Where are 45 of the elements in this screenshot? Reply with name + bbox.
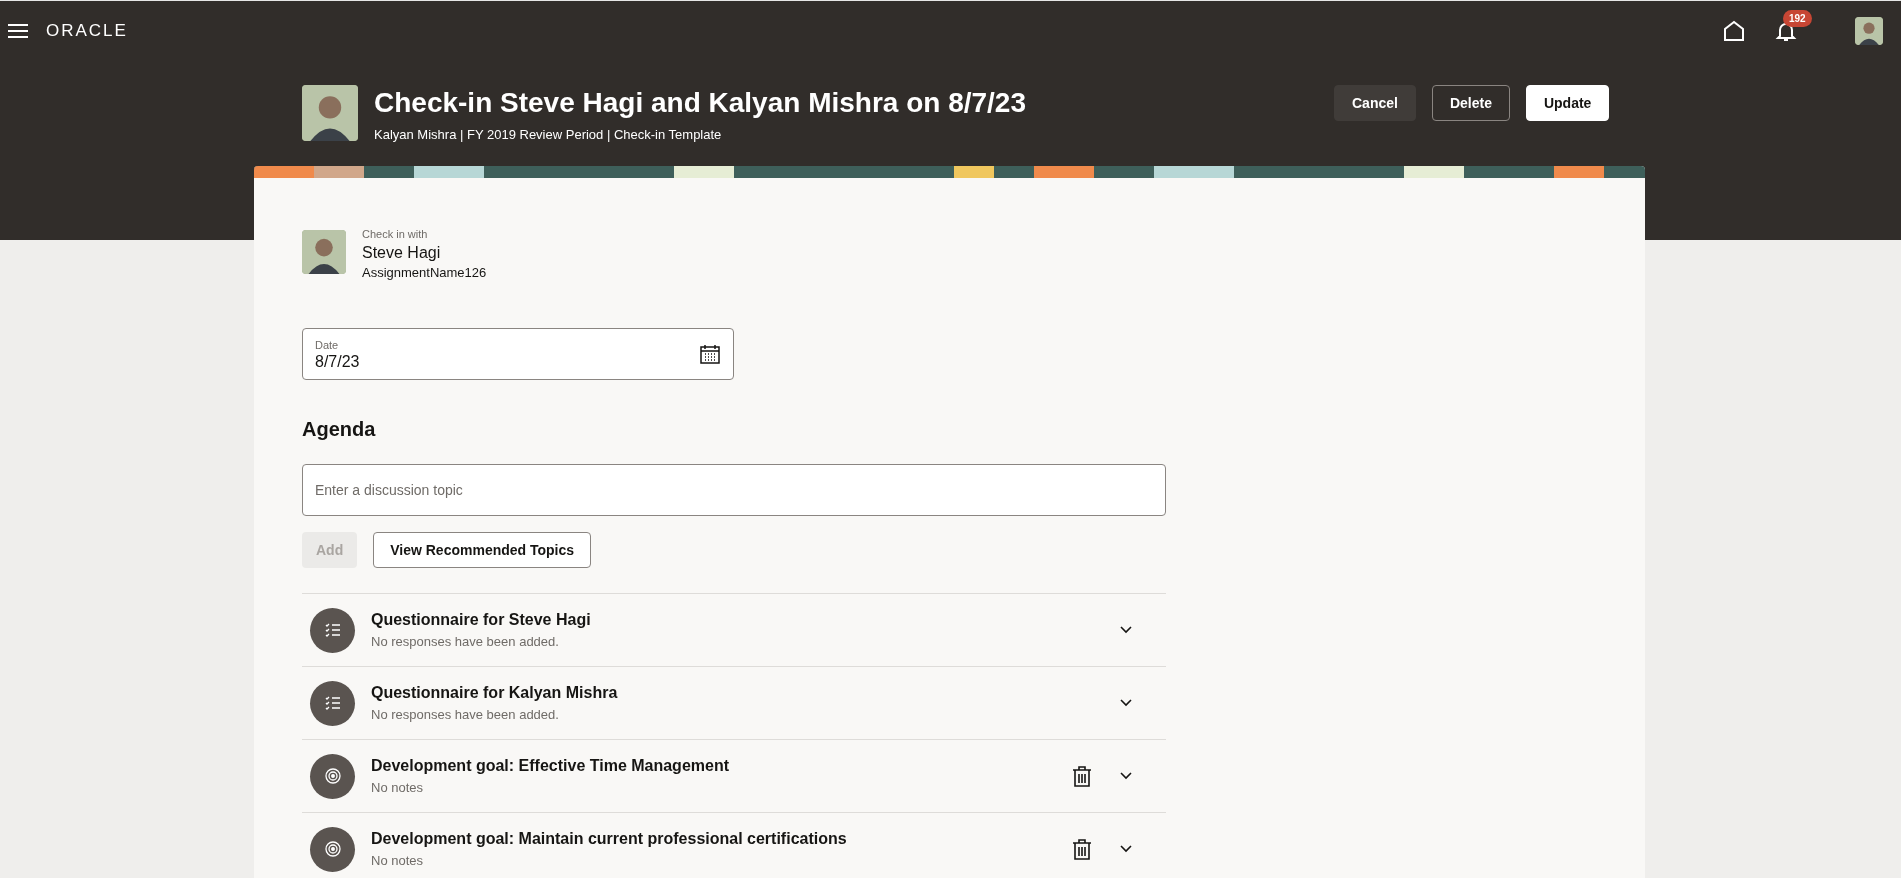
agenda-item-title: Questionnaire for Steve Hagi	[371, 610, 591, 631]
date-field[interactable]: Date 8/7/23	[302, 328, 734, 380]
goal-icon	[310, 753, 355, 799]
chevron-down-icon[interactable]	[1120, 699, 1132, 707]
check-in-label: Check in with	[362, 227, 429, 242]
agenda-item-title: Development goal: Effective Time Management	[371, 756, 729, 777]
agenda-item[interactable]: Questionnaire for Kalyan Mishra No responses have been added.	[302, 667, 1166, 740]
chevron-down-icon[interactable]	[1120, 772, 1132, 780]
calendar-icon[interactable]	[699, 343, 721, 365]
topic-input-field[interactable]: Enter a discussion topic	[302, 464, 1166, 516]
assignment-name: AssignmentName126	[362, 263, 487, 282]
agenda-item[interactable]: Development goal: Maintain current professional certifications No notes	[302, 813, 1166, 878]
agenda-item-detail: No notes	[371, 852, 425, 871]
header-action-button[interactable]: Update	[1525, 85, 1610, 121]
goal-icon	[310, 826, 355, 872]
chevron-down-icon[interactable]	[1120, 626, 1132, 634]
agenda-heading: Agenda	[302, 417, 377, 442]
agenda-item-detail: No notes	[371, 779, 425, 798]
questionnaire-icon	[310, 680, 355, 726]
date-value: 8/7/23	[315, 353, 360, 372]
agenda-item[interactable]: Development goal: Effective Time Management No notes	[302, 740, 1166, 813]
notification-count: 192	[1783, 10, 1812, 27]
agenda-item[interactable]: Questionnaire for Steve Hagi No responses have been added.	[302, 594, 1166, 667]
home-icon[interactable]	[1723, 20, 1745, 42]
person-name: Steve Hagi	[362, 242, 442, 263]
agenda-item-title: Questionnaire for Kalyan Mishra	[371, 683, 618, 704]
menu-icon[interactable]	[8, 23, 28, 39]
agenda-item-title: Development goal: Maintain current professional certifications	[371, 829, 847, 850]
page-subtitle: Kalyan Mishra | FY 2019 Review Period | Check-in Template	[374, 126, 723, 144]
date-label: Date	[315, 337, 340, 353]
chevron-down-icon[interactable]	[1120, 845, 1132, 853]
user-avatar	[1855, 17, 1883, 45]
page-title: Check-in Steve Hagi and Kalyan Mishra on 8/7/23	[374, 86, 1026, 120]
header-action-button[interactable]: Delete	[1431, 85, 1510, 121]
oracle-logo[interactable]: ORACLE	[46, 18, 128, 44]
questionnaire-icon	[310, 607, 355, 653]
person-photo	[302, 230, 346, 274]
profile-photo	[302, 85, 358, 141]
view-recommended-topics-button[interactable]: View Recommended Topics	[373, 532, 592, 568]
agenda-item-detail: No responses have been added.	[371, 633, 560, 652]
trash-icon[interactable]	[1072, 838, 1092, 860]
bell-icon[interactable]	[1775, 20, 1797, 42]
agenda-item-detail: No responses have been added.	[371, 706, 560, 725]
header-action-button[interactable]: Cancel	[1334, 85, 1416, 121]
trash-icon[interactable]	[1072, 765, 1092, 787]
